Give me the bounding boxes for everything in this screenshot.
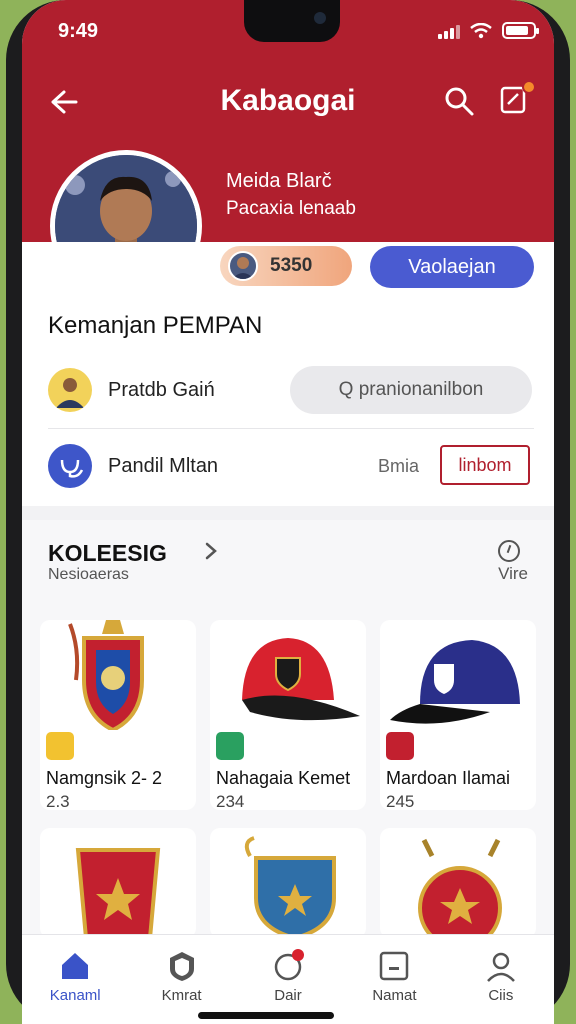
red-cap-image — [242, 638, 360, 721]
outline-button[interactable]: linbom — [440, 445, 530, 485]
notification-badge — [522, 80, 536, 94]
badge-icon — [386, 732, 414, 760]
notch — [244, 0, 340, 42]
tab-profile[interactable]: Ciis — [448, 935, 554, 1024]
tab-notifications[interactable]: Dair — [235, 935, 341, 1024]
collection-item[interactable] — [40, 828, 196, 938]
blue-cap-image — [390, 640, 520, 724]
profile-name: Meida Blarč — [226, 170, 332, 192]
badge-icon — [46, 732, 74, 760]
tab-box[interactable]: Namat — [341, 935, 447, 1024]
box-icon — [380, 951, 409, 981]
collection-item[interactable]: Nahagaia Kemet 234 — [210, 620, 366, 810]
user-icon — [486, 952, 515, 982]
status-icons — [438, 22, 539, 39]
stethoscope-icon — [48, 444, 92, 488]
collection-item[interactable]: Namgnsik 2- 2 2.3 — [40, 620, 196, 810]
collection-item[interactable]: Mardoan Ilamai 245 — [380, 620, 536, 810]
tab-shield[interactable]: Kmrat — [128, 935, 234, 1024]
search-icon[interactable] — [442, 84, 476, 118]
section-title: Kemanjan PEMPAN — [48, 312, 263, 339]
circle-notification-icon — [274, 949, 305, 981]
mini-avatar — [228, 251, 258, 281]
shield-medal-image — [68, 620, 144, 733]
tab-label: Namat — [372, 987, 417, 1004]
wifi-icon — [470, 22, 492, 38]
trophy-cup-image — [75, 848, 161, 938]
shield-icon — [169, 952, 194, 981]
red-ball-image — [418, 838, 502, 938]
tab-label: Kanaml — [49, 987, 101, 1004]
chevron-right-icon[interactable] — [200, 540, 222, 562]
battery-icon — [502, 22, 539, 39]
item-count: 2.3 — [46, 792, 70, 810]
item-name: Mardoan Ilamai — [386, 768, 511, 788]
player-thumbnail — [48, 368, 92, 412]
tab-home[interactable]: Kanaml — [22, 935, 128, 1024]
blue-shield-image — [244, 836, 336, 938]
points-value: 5350 — [270, 255, 313, 276]
notification-button[interactable] — [498, 80, 536, 118]
app-screen: 9:49 Kabaogai Meida Blarč Pacaxia lenaab… — [22, 0, 554, 1024]
item-name: Nahagaia Kemet — [216, 768, 351, 788]
status-time: 9:49 — [58, 20, 99, 42]
item-count: 234 — [216, 792, 245, 810]
tab-label: Ciis — [488, 987, 514, 1004]
points-pill[interactable]: 5350 — [220, 246, 352, 286]
primary-action-button[interactable]: Vaolaejan — [370, 246, 534, 288]
profile-subtitle: Pacaxia lenaab — [226, 198, 356, 219]
tab-label: Dair — [274, 987, 302, 1004]
clock-icon[interactable] — [498, 540, 520, 562]
bottom-tab-bar: Kanaml Kmrat Dair Namat Ciis — [22, 934, 554, 1024]
item-count: 245 — [386, 792, 415, 810]
search-input[interactable]: Q pranionanilbon — [290, 366, 532, 414]
tab-label: Kmrat — [161, 987, 202, 1004]
divider — [48, 428, 534, 429]
signal-icon — [438, 23, 460, 39]
collection-item[interactable] — [210, 828, 366, 938]
home-indicator[interactable] — [198, 1012, 334, 1019]
camera — [314, 12, 326, 24]
item-name: Namgnsik 2- 2 — [46, 768, 163, 788]
collection-title: KOLEESIG — [48, 540, 167, 566]
collection-subtitle: Nesioaeras — [48, 566, 129, 583]
view-more-link[interactable]: Vire — [498, 564, 528, 584]
row-label: Pratdb Gaiń — [108, 378, 215, 401]
home-icon — [62, 953, 89, 979]
row-label: Pandil Mltan — [108, 454, 219, 477]
badge-icon — [216, 732, 244, 760]
collection-item[interactable] — [380, 828, 536, 938]
top-bar: Kabaogai — [22, 72, 554, 128]
row-link[interactable]: Bmia — [378, 456, 419, 477]
